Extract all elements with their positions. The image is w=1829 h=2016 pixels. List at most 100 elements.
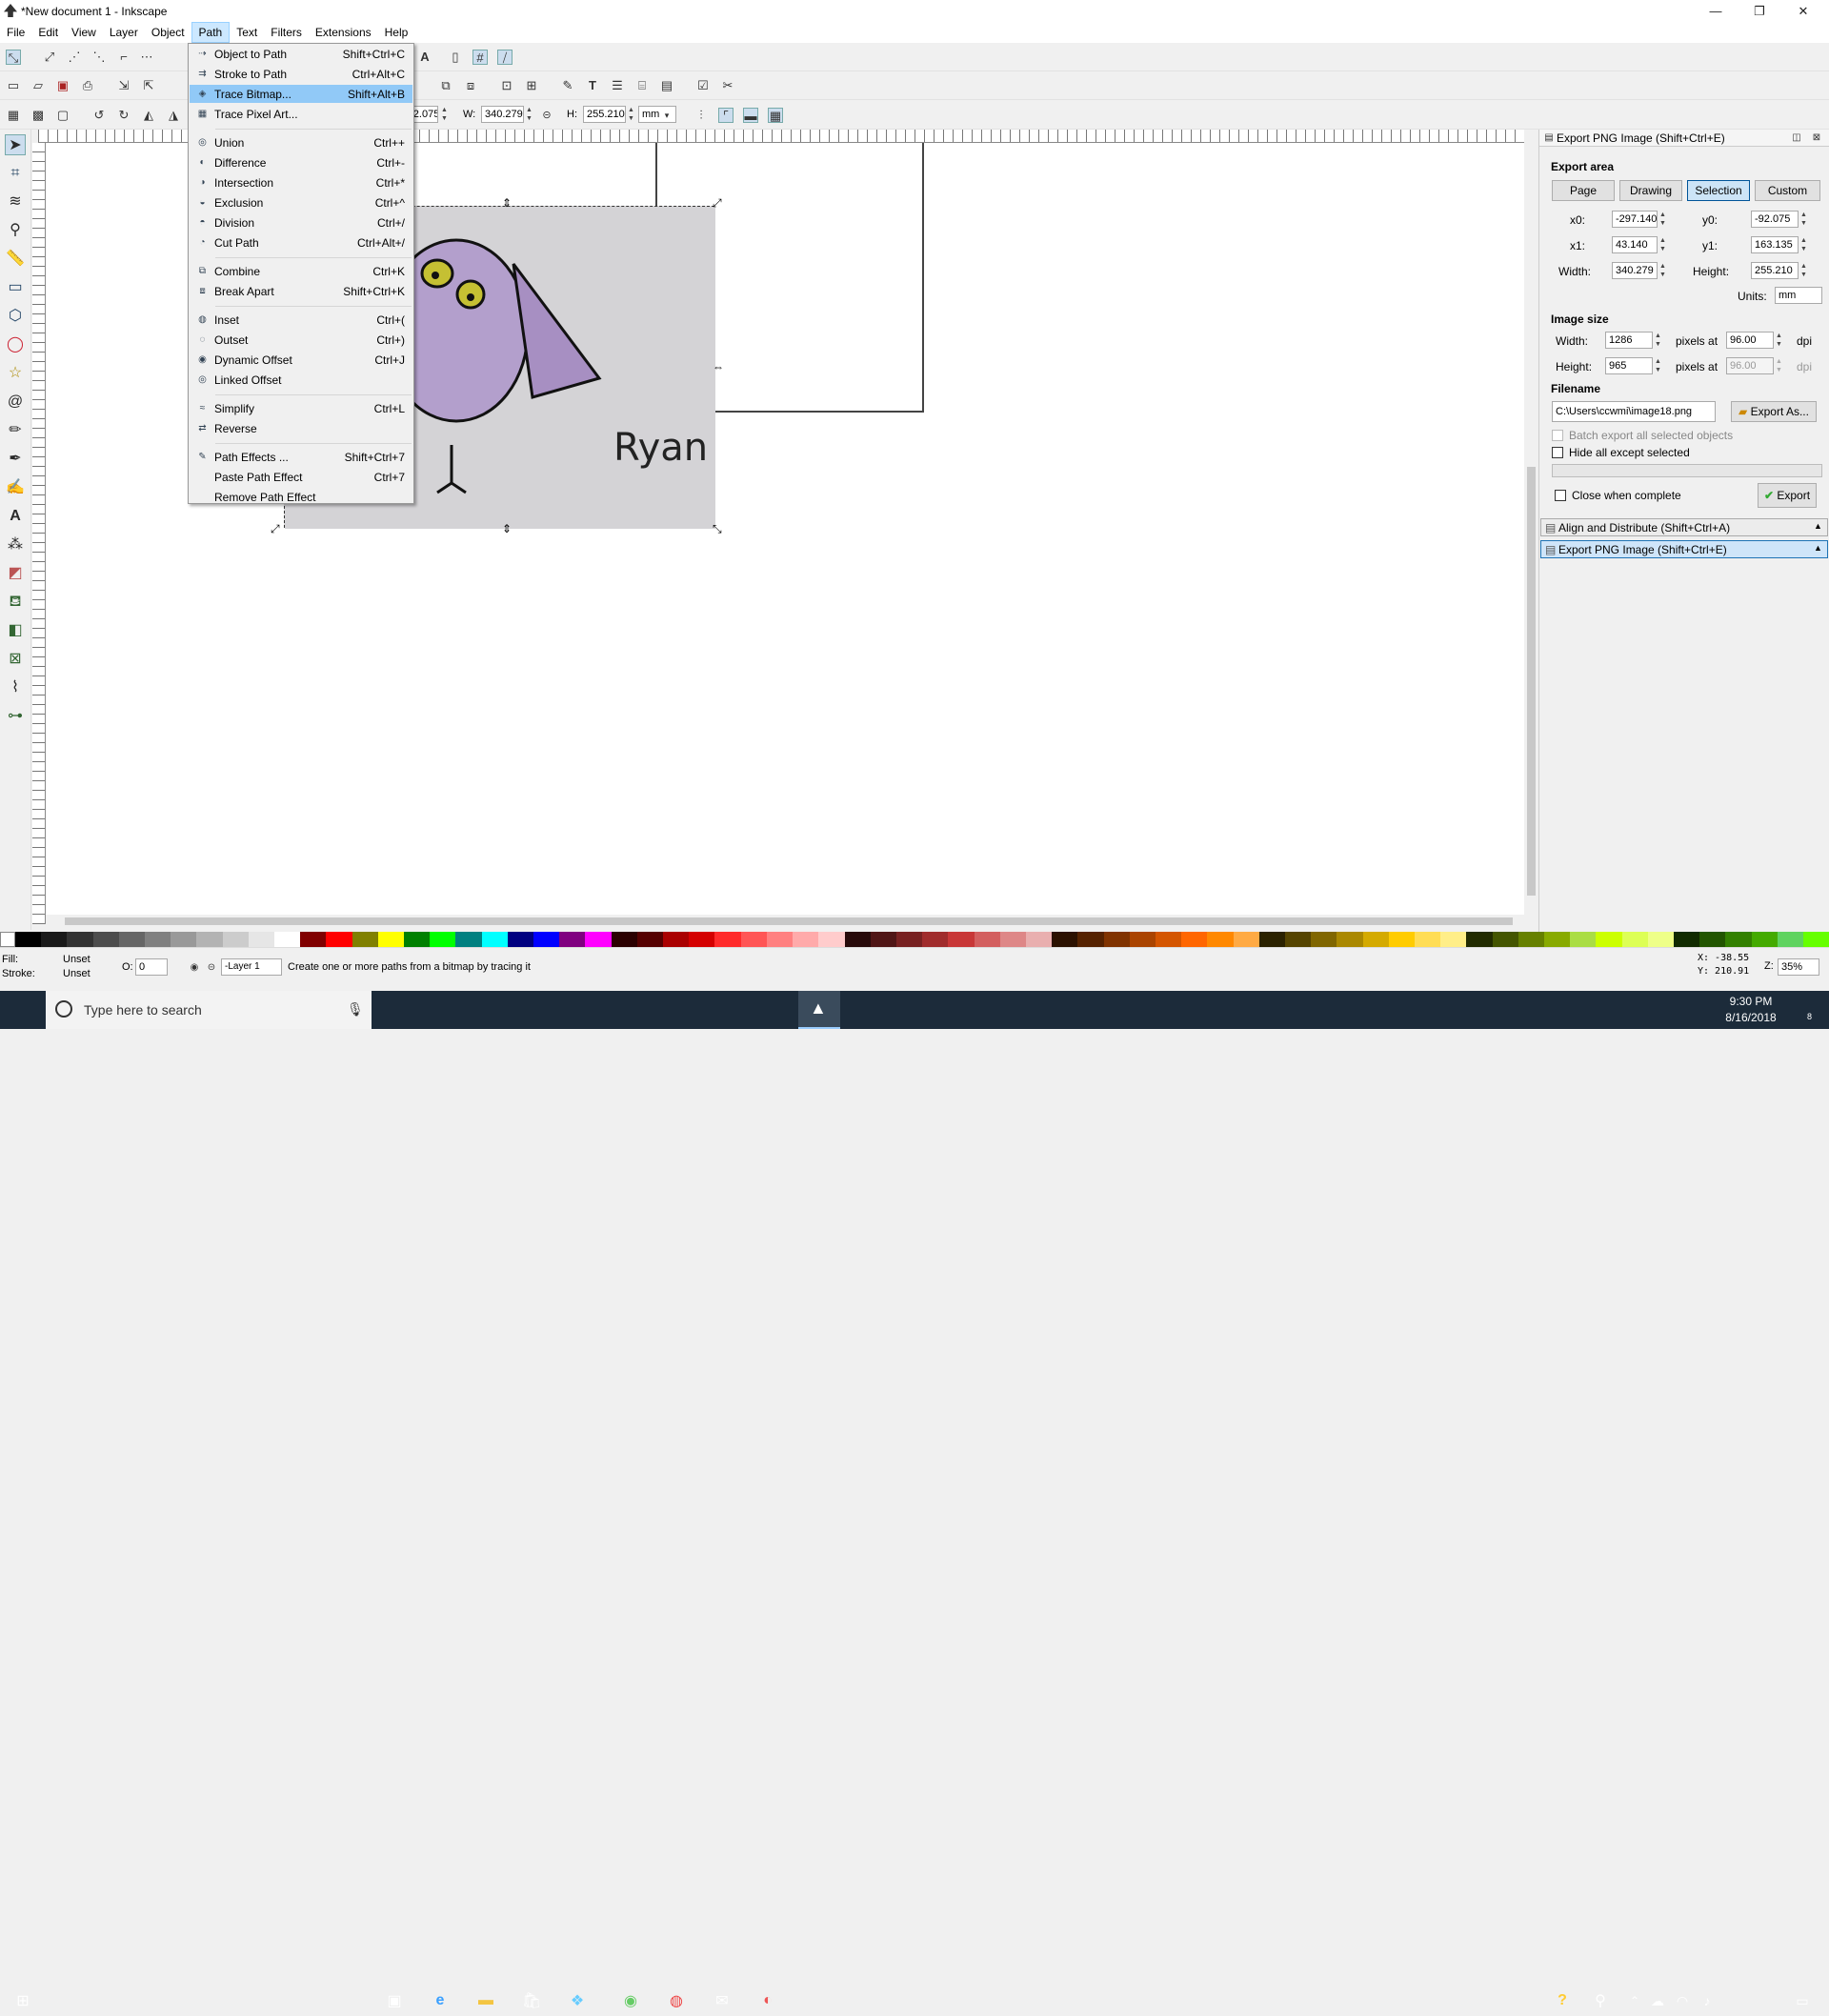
- hide-all-checkbox[interactable]: [1552, 447, 1563, 458]
- height-spinner[interactable]: ▲ ▼: [627, 106, 635, 123]
- swatch[interactable]: [326, 932, 352, 947]
- swatch[interactable]: [1647, 932, 1674, 947]
- swatch[interactable]: [1129, 932, 1156, 947]
- swatch[interactable]: [1388, 932, 1415, 947]
- snap-paths-icon[interactable]: ⋰: [67, 50, 82, 65]
- menu-item-path-effects[interactable]: ✎ Path Effects ... Shift+Ctrl+7: [190, 448, 412, 466]
- menu-item-remove-path-effect[interactable]: Remove Path Effect: [190, 488, 412, 506]
- swatch[interactable]: [430, 932, 456, 947]
- spray-tool-icon[interactable]: ⁂: [5, 534, 26, 555]
- scrollbar-thumb[interactable]: [65, 917, 1513, 925]
- transform-patterns-icon[interactable]: ▦: [768, 108, 783, 123]
- no-paint-swatch[interactable]: [0, 932, 15, 947]
- swatch[interactable]: [895, 932, 923, 947]
- y-spinner[interactable]: ▲ ▼: [440, 106, 449, 123]
- spiral-tool-icon[interactable]: @: [5, 392, 26, 413]
- rotate-cw-icon[interactable]: ↻: [116, 108, 131, 123]
- maximize-button[interactable]: ❐: [1738, 0, 1781, 22]
- paint-bucket-tool-icon[interactable]: ⛾: [5, 592, 26, 613]
- snap-nodes-icon[interactable]: ⤢: [42, 50, 57, 65]
- layers-icon[interactable]: ☰: [610, 78, 625, 93]
- text-font-icon[interactable]: T: [585, 78, 600, 93]
- select-all-layers-icon[interactable]: ▩: [30, 108, 46, 123]
- menu-item-object-to-path[interactable]: ⇢ Object to Path Shift+Ctrl+C: [190, 45, 412, 63]
- dpi-x-field[interactable]: 96.00: [1726, 332, 1774, 349]
- selector-tool-icon[interactable]: ➤: [5, 134, 26, 155]
- rectangle-tool-icon[interactable]: ▭: [5, 277, 26, 298]
- help-icon[interactable]: ?: [1547, 1986, 1578, 2016]
- swatch[interactable]: [844, 932, 871, 947]
- edge-icon[interactable]: e: [425, 1986, 455, 2016]
- swatch[interactable]: [248, 932, 275, 947]
- menu-item-outset[interactable]: ◌ Outset Ctrl+): [190, 331, 412, 349]
- zoom-field[interactable]: 35%: [1778, 958, 1819, 976]
- task-view-icon[interactable]: ▣: [379, 1986, 410, 2016]
- menu-item-reverse[interactable]: ⇄ Reverse: [190, 419, 412, 437]
- swatch[interactable]: [1570, 932, 1597, 947]
- flip-horizontal-icon[interactable]: ◭: [141, 108, 156, 123]
- height-field[interactable]: 255.210: [1751, 262, 1799, 279]
- swatch[interactable]: [663, 932, 690, 947]
- ungroup-icon[interactable]: ⧈: [463, 78, 478, 93]
- store-icon[interactable]: 🛍: [516, 1986, 547, 2016]
- y1-field[interactable]: 163.135: [1751, 236, 1799, 253]
- rotate-ccw-icon[interactable]: ↺: [91, 108, 107, 123]
- paint-app-icon[interactable]: ◐: [753, 1986, 783, 2016]
- export-icon[interactable]: ⇱: [141, 78, 156, 93]
- fill-value[interactable]: Unset: [63, 954, 90, 965]
- menu-item-division[interactable]: ◓ Division Ctrl+/: [190, 213, 412, 232]
- dpi-x-spinner[interactable]: ▲ ▼: [1775, 332, 1783, 349]
- snap-page-icon[interactable]: ▯: [448, 50, 463, 65]
- color-palette[interactable]: [0, 932, 1829, 947]
- import-icon[interactable]: ⇲: [116, 78, 131, 93]
- menu-item-cut-path[interactable]: ◔ Cut Path Ctrl+Alt+/: [190, 233, 412, 252]
- swatch[interactable]: [1621, 932, 1648, 947]
- pencil-tool-icon[interactable]: ✏: [5, 420, 26, 441]
- zoom-tool-icon[interactable]: ⚲: [5, 220, 26, 241]
- align-distribute-icon[interactable]: ▤: [659, 78, 674, 93]
- iconify-icon[interactable]: ◫: [1789, 131, 1804, 146]
- swatch[interactable]: [974, 932, 1000, 947]
- x0-spinner[interactable]: ▲ ▼: [1658, 211, 1667, 228]
- swatch[interactable]: [92, 932, 119, 947]
- menu-item-union[interactable]: ◎ Union Ctrl++: [190, 133, 412, 151]
- dropper-tool-icon[interactable]: ⌇: [5, 677, 26, 698]
- snap-smooth-icon[interactable]: ⌐: [116, 50, 131, 65]
- img-height-spinner[interactable]: ▲ ▼: [1654, 357, 1662, 374]
- swatch[interactable]: [1233, 932, 1259, 947]
- chevron-down-icon[interactable]: ▾: [659, 108, 674, 123]
- swatch[interactable]: [999, 932, 1026, 947]
- menu-extensions[interactable]: Extensions: [309, 22, 378, 43]
- clock-date[interactable]: 8/16/2018: [1722, 1011, 1779, 1024]
- swatch[interactable]: [559, 932, 586, 947]
- swatch[interactable]: [1103, 932, 1130, 947]
- img-width-field[interactable]: 1286: [1605, 332, 1653, 349]
- width-spinner[interactable]: ▲ ▼: [525, 106, 533, 123]
- menu-item-inset[interactable]: ◍ Inset Ctrl+(: [190, 311, 412, 329]
- people-icon[interactable]: ⚲: [1585, 1986, 1616, 2016]
- swatch[interactable]: [585, 932, 612, 947]
- print-icon[interactable]: ⎙: [80, 78, 95, 93]
- dock-tab-align[interactable]: ▤ Align and Distribute (Shift+Ctrl+A) ▲: [1540, 518, 1828, 536]
- tweak-tool-icon[interactable]: ≋: [5, 192, 26, 212]
- swatch[interactable]: [1803, 932, 1829, 947]
- scale-handle-icon[interactable]: ⇔: [713, 360, 724, 373]
- swatch[interactable]: [41, 932, 68, 947]
- filename-field[interactable]: C:\Users\ccwmi\image18.png: [1552, 401, 1716, 422]
- dropbox-icon[interactable]: ❖: [562, 1986, 593, 2016]
- swatch[interactable]: [818, 932, 845, 947]
- swatch[interactable]: [533, 932, 560, 947]
- stroke-value[interactable]: Unset: [63, 968, 90, 979]
- menu-item-exclusion[interactable]: ◒ Exclusion Ctrl+^: [190, 193, 412, 212]
- snap-cusp-icon[interactable]: ⋱: [91, 50, 107, 65]
- swatch[interactable]: [1077, 932, 1104, 947]
- scrollbar-thumb[interactable]: [1527, 467, 1536, 896]
- swatch[interactable]: [1751, 932, 1778, 947]
- swatch[interactable]: [507, 932, 534, 947]
- snap-grid-icon[interactable]: #: [472, 50, 488, 65]
- swatch[interactable]: [481, 932, 508, 947]
- menu-item-break-apart[interactable]: ⧈ Break Apart Shift+Ctrl+K: [190, 282, 412, 300]
- close-when-complete-checkbox[interactable]: [1555, 490, 1566, 501]
- swatch[interactable]: [1362, 932, 1389, 947]
- flip-vertical-icon[interactable]: ◮: [166, 108, 181, 123]
